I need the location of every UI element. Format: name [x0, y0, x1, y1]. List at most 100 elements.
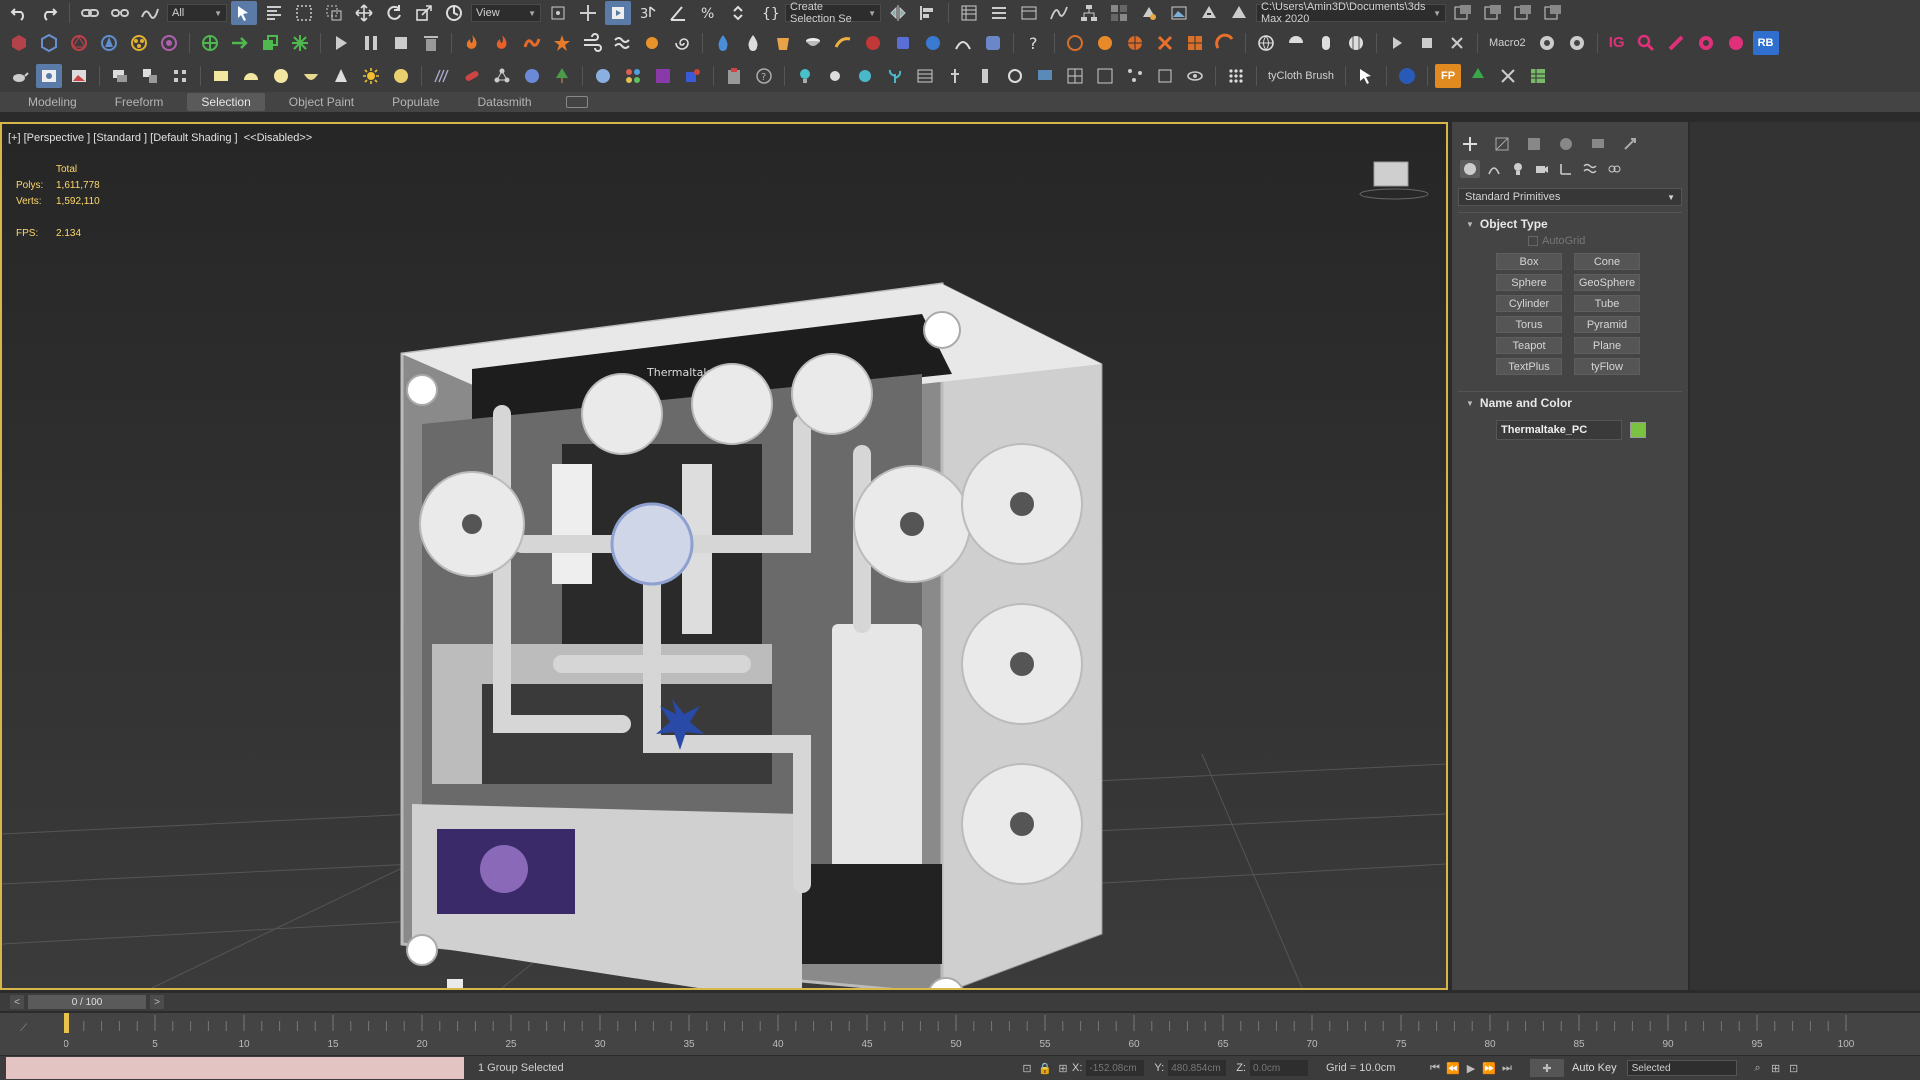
monitor-icon[interactable] [1032, 64, 1058, 88]
textplus-button[interactable]: TextPlus [1496, 358, 1562, 375]
cloth-brush-label[interactable]: tyCloth Brush [1264, 70, 1338, 82]
curve-editor-toggle-icon[interactable]: ⟋ [20, 1023, 27, 1034]
reference-coordinate-dropdown[interactable]: View ▼ [471, 4, 541, 22]
tab-modeling[interactable]: Modeling [14, 93, 91, 111]
sun-sphere-icon[interactable] [1092, 31, 1118, 55]
spiral-alt-icon[interactable] [1564, 31, 1590, 55]
macro-label[interactable]: Macro2 [1485, 37, 1530, 49]
tube-button[interactable]: Tube [1574, 295, 1640, 312]
create-geometry-icon[interactable] [6, 31, 32, 55]
z-value[interactable]: 0.0cm [1249, 1060, 1308, 1076]
play-small-icon[interactable] [1384, 31, 1410, 55]
box-outline-icon[interactable] [1152, 64, 1178, 88]
lights-category-icon[interactable] [1508, 160, 1528, 178]
cone-light-icon[interactable] [328, 64, 354, 88]
tab-populate[interactable]: Populate [378, 93, 453, 111]
plane-yellow-icon[interactable] [208, 64, 234, 88]
schematic-view-icon[interactable] [1076, 1, 1102, 25]
wind-icon[interactable] [579, 31, 605, 55]
goto-end-icon[interactable]: ⏭ [1498, 1059, 1516, 1077]
object-name-field[interactable]: Thermaltake_PC [1496, 420, 1622, 440]
sphere-button[interactable]: Sphere [1496, 274, 1562, 291]
percent-snap-icon[interactable]: % [695, 1, 721, 25]
lights-icon[interactable] [96, 31, 122, 55]
scatter-icon[interactable] [1152, 31, 1178, 55]
bind-spacewarp-icon[interactable] [137, 1, 163, 25]
y-value[interactable]: 480.854cm [1168, 1060, 1227, 1076]
table-icon[interactable] [912, 64, 938, 88]
molecule-icon[interactable] [489, 64, 515, 88]
selection-filter-dropdown[interactable]: All ▼ [167, 4, 227, 22]
current-frame-marker[interactable] [64, 1013, 69, 1033]
torus-button[interactable]: Torus [1496, 316, 1562, 333]
spot-light-icon[interactable] [822, 64, 848, 88]
time-next-button[interactable]: > [150, 995, 164, 1009]
hierarchy-tab-icon[interactable] [1522, 134, 1546, 154]
link-icon[interactable] [77, 1, 103, 25]
cameras-icon[interactable] [66, 31, 92, 55]
tab-selection[interactable]: Selection [187, 93, 265, 111]
x-value[interactable]: -152.08cm [1086, 1060, 1145, 1076]
ribbon-options-icon[interactable] [565, 96, 588, 108]
pour-icon[interactable] [830, 31, 856, 55]
select-manipulate-icon[interactable] [575, 1, 601, 25]
vortex-icon[interactable] [669, 31, 695, 55]
display-tab-icon[interactable] [1586, 134, 1610, 154]
refresh-icon[interactable] [1002, 64, 1028, 88]
viewcube[interactable] [1359, 161, 1429, 200]
ribbon-toggle-icon[interactable] [1016, 1, 1042, 25]
arrow-right-icon[interactable] [227, 31, 253, 55]
workspace-icon[interactable] [1510, 1, 1536, 25]
sim-preview-icon[interactable] [950, 31, 976, 55]
tree-icon[interactable] [549, 64, 575, 88]
layer-explorer-icon[interactable] [986, 1, 1012, 25]
stop-small-icon[interactable] [1414, 31, 1440, 55]
maxscript-listener[interactable] [6, 1057, 464, 1079]
grid-box-icon[interactable] [1182, 31, 1208, 55]
particle-icon[interactable] [287, 31, 313, 55]
shapes-icon[interactable] [36, 31, 62, 55]
rectangular-selection-icon[interactable] [291, 1, 317, 25]
cone-button[interactable]: Cone [1574, 253, 1640, 270]
utilities-tab-icon[interactable] [1618, 134, 1642, 154]
image-viewer-icon[interactable] [66, 64, 92, 88]
teapot-button[interactable]: Teapot [1496, 337, 1562, 354]
edit-named-selection-icon[interactable]: {} [755, 1, 781, 25]
forest-icon[interactable] [1062, 31, 1088, 55]
spreadsheet-icon[interactable] [1525, 64, 1551, 88]
material-editor-icon[interactable] [1106, 1, 1132, 25]
zoom-extents-icon[interactable]: ⊡ [1785, 1059, 1803, 1077]
key-filter-dropdown[interactable]: Selected [1626, 1060, 1737, 1076]
fp-icon[interactable]: FP [1435, 63, 1462, 88]
render-production-icon[interactable] [1196, 1, 1222, 25]
striped-sphere-icon[interactable] [1343, 31, 1369, 55]
tyflow-button[interactable]: tyFlow [1574, 358, 1640, 375]
close-small-icon[interactable] [1444, 31, 1470, 55]
mirror-icon[interactable] [885, 1, 911, 25]
photo-icon[interactable] [36, 63, 62, 88]
balls-icon[interactable] [620, 64, 646, 88]
primitive-type-dropdown[interactable]: Standard Primitives ▼ [1458, 188, 1682, 206]
ball-icon[interactable] [590, 64, 616, 88]
scene-explorer-icon[interactable] [956, 1, 982, 25]
sim-settings-icon[interactable] [980, 31, 1006, 55]
pill-icon[interactable] [459, 64, 485, 88]
globe-icon[interactable] [1253, 31, 1279, 55]
render-iterative-icon[interactable] [1226, 1, 1252, 25]
spiral-icon[interactable] [1534, 31, 1560, 55]
set-project-folder-icon[interactable] [1450, 1, 1476, 25]
gear-pink-icon[interactable] [1723, 31, 1749, 55]
rendered-frame-window-icon[interactable] [1166, 1, 1192, 25]
purple-box-icon[interactable] [650, 64, 676, 88]
cameras-category-icon[interactable] [1532, 160, 1552, 178]
unlink-icon[interactable] [107, 1, 133, 25]
pyramid-button[interactable]: Pyramid [1574, 316, 1640, 333]
zoom-all-icon[interactable]: ⊞ [1767, 1059, 1785, 1077]
autogrid-checkbox[interactable]: AutoGrid [1458, 235, 1682, 247]
liquid-icon[interactable] [740, 31, 766, 55]
eye-icon[interactable] [1182, 64, 1208, 88]
help-icon[interactable]: ? [1021, 31, 1047, 55]
create-tab-icon[interactable] [1458, 134, 1482, 154]
group-icon[interactable] [137, 64, 163, 88]
align-icon[interactable] [915, 1, 941, 25]
